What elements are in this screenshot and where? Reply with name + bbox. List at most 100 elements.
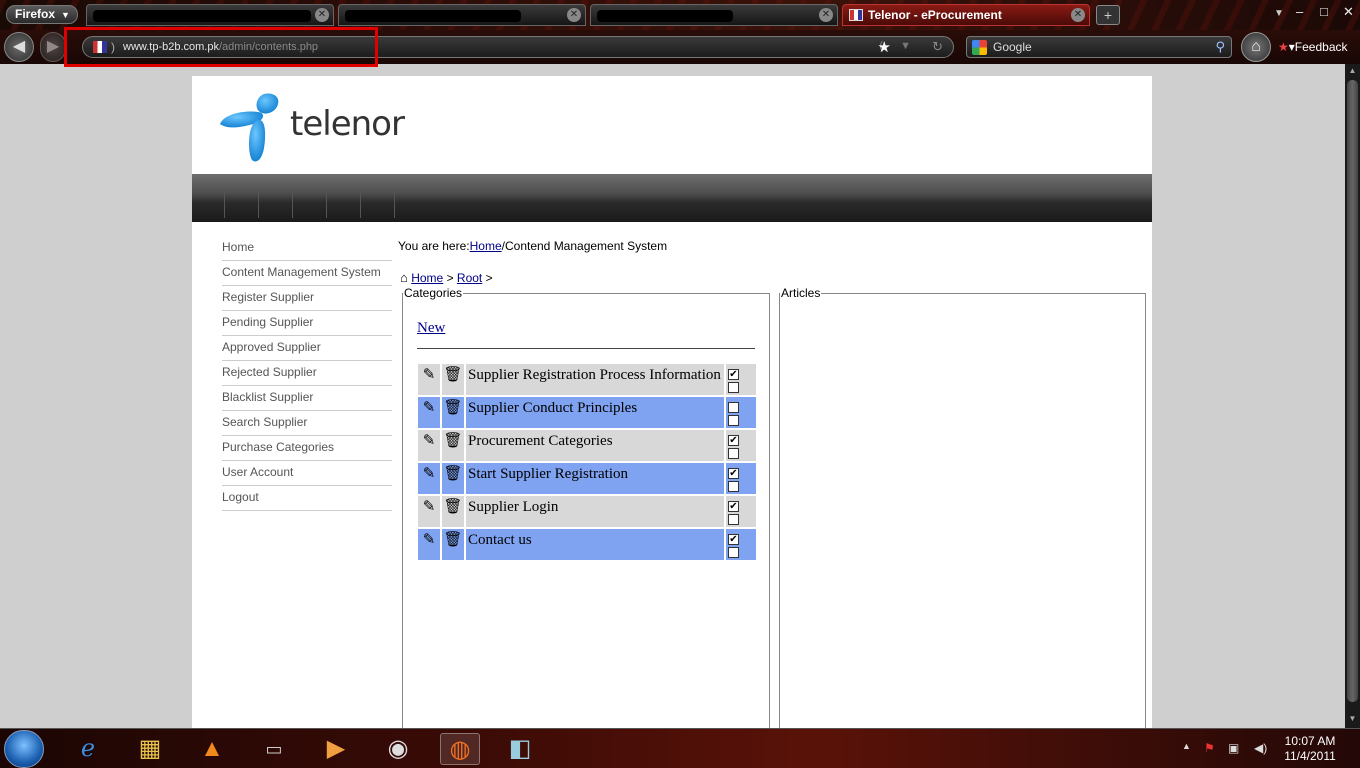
sidebar-item-search-supplier[interactable]: Search Supplier bbox=[222, 411, 392, 436]
firefox-menu-label: Firefox bbox=[15, 7, 56, 21]
sidebar-item-blacklist-supplier[interactable]: Blacklist Supplier bbox=[222, 386, 392, 411]
delete-icon[interactable]: 🗑 bbox=[442, 364, 464, 395]
delete-icon[interactable]: 🗑 bbox=[442, 430, 464, 461]
minimize-icon[interactable]: – bbox=[1296, 4, 1303, 19]
logo-wordmark: telenor bbox=[290, 104, 405, 144]
internet-explorer-icon[interactable]: ℯ bbox=[68, 733, 108, 765]
category-row: ✎ 🗑 Procurement Categories ✔ bbox=[418, 430, 756, 461]
secondary-checkbox[interactable] bbox=[728, 481, 739, 492]
redacted-tab-title bbox=[597, 10, 733, 22]
tab-list-chevron-icon[interactable]: ▼ bbox=[1274, 8, 1284, 19]
page-container: telenor Home Content Management System R… bbox=[192, 76, 1152, 728]
category-name[interactable]: Supplier Registration Process Informatio… bbox=[466, 364, 724, 395]
windows-taskbar: ℯ ▦ ▲ ▭ ▶ ◉ ◍ ◧ ▲ ⚑ ▣ ◀) 10:07 AM 11/4/2… bbox=[0, 728, 1360, 768]
close-icon[interactable]: ✕ bbox=[567, 8, 581, 22]
secondary-checkbox[interactable] bbox=[728, 448, 739, 459]
browser-tab-1[interactable]: ✕ bbox=[86, 4, 334, 26]
breadcrumb-home-link[interactable]: Home bbox=[470, 239, 502, 253]
delete-icon[interactable]: 🗑 bbox=[442, 529, 464, 560]
publish-checkbox[interactable]: ✔ bbox=[728, 534, 739, 545]
bookmark-star-icon[interactable]: ★ bbox=[878, 38, 891, 56]
reload-icon[interactable]: ↻ bbox=[932, 39, 943, 55]
media-player-icon[interactable]: ▶ bbox=[316, 733, 356, 765]
url-highlight-annotation bbox=[64, 27, 378, 67]
tray-expand-icon[interactable]: ▲ bbox=[1182, 741, 1191, 751]
menu-separator bbox=[360, 190, 361, 218]
sidebar-item-rejected-supplier[interactable]: Rejected Supplier bbox=[222, 361, 392, 386]
publish-checkbox[interactable]: ✔ bbox=[728, 468, 739, 479]
maximize-icon[interactable]: □ bbox=[1320, 4, 1328, 19]
publish-checkbox[interactable]: ✔ bbox=[728, 369, 739, 380]
category-name[interactable]: Start Supplier Registration bbox=[466, 463, 724, 494]
url-dropdown-icon[interactable]: ▼ bbox=[900, 40, 911, 52]
tree-root-link[interactable]: Root bbox=[457, 271, 482, 285]
edit-icon[interactable]: ✎ bbox=[418, 397, 440, 428]
chevron-down-icon: ▼ bbox=[61, 10, 70, 20]
sidebar-item-register-supplier[interactable]: Register Supplier bbox=[222, 286, 392, 311]
close-icon[interactable]: ✕ bbox=[819, 8, 833, 22]
secondary-checkbox[interactable] bbox=[728, 514, 739, 525]
notepad-icon[interactable]: ◧ bbox=[500, 733, 540, 765]
sidebar-item-pending-supplier[interactable]: Pending Supplier bbox=[222, 311, 392, 336]
category-name[interactable]: Supplier Conduct Principles bbox=[466, 397, 724, 428]
sidebar-item-content-management[interactable]: Content Management System bbox=[222, 261, 392, 286]
secondary-checkbox[interactable] bbox=[728, 547, 739, 558]
volume-icon[interactable]: ◀) bbox=[1254, 741, 1267, 755]
close-icon[interactable]: ✕ bbox=[1071, 8, 1085, 22]
edit-icon[interactable]: ✎ bbox=[418, 529, 440, 560]
browser-tab-2[interactable]: ✕ bbox=[338, 4, 586, 26]
browser-tab-3[interactable]: ✕ bbox=[590, 4, 838, 26]
new-tab-button[interactable]: + bbox=[1096, 5, 1120, 25]
publish-checkbox[interactable]: ✔ bbox=[728, 501, 739, 512]
close-icon[interactable]: ✕ bbox=[315, 8, 329, 22]
firefox-menu-button[interactable]: Firefox ▼ bbox=[6, 5, 78, 24]
browser-tab-active[interactable]: Telenor - eProcurement ✕ bbox=[842, 4, 1090, 26]
delete-icon[interactable]: 🗑 bbox=[442, 397, 464, 428]
category-name[interactable]: Procurement Categories bbox=[466, 430, 724, 461]
page-scrollbar[interactable]: ▲ ▼ bbox=[1345, 64, 1360, 728]
delete-icon[interactable]: 🗑 bbox=[442, 463, 464, 494]
categories-panel: Categories New ✎ 🗑 Supplier Registration P… bbox=[402, 286, 770, 728]
edit-icon[interactable]: ✎ bbox=[418, 364, 440, 395]
home-button[interactable]: ⌂ bbox=[1241, 32, 1271, 62]
feedback-button[interactable]: ★▾Feedback bbox=[1278, 40, 1348, 54]
scrollbar-thumb[interactable] bbox=[1347, 80, 1358, 702]
start-button[interactable] bbox=[4, 730, 44, 768]
new-category-link[interactable]: New bbox=[417, 320, 445, 337]
search-icon[interactable]: ⚲ bbox=[1215, 37, 1225, 57]
secondary-checkbox[interactable] bbox=[728, 382, 739, 393]
sidebar-item-user-account[interactable]: User Account bbox=[222, 461, 392, 486]
telenor-logo[interactable]: telenor bbox=[214, 90, 405, 166]
edit-icon[interactable]: ✎ bbox=[418, 463, 440, 494]
edit-icon[interactable]: ✎ bbox=[418, 430, 440, 461]
search-bar[interactable]: Google ⚲ bbox=[966, 36, 1232, 58]
sidebar-item-logout[interactable]: Logout bbox=[222, 486, 392, 511]
category-tree-path: ⌂ Home > Root > bbox=[400, 270, 493, 285]
scroll-down-icon[interactable]: ▼ bbox=[1347, 714, 1358, 726]
sidebar-item-approved-supplier[interactable]: Approved Supplier bbox=[222, 336, 392, 361]
delete-icon[interactable]: 🗑 bbox=[442, 496, 464, 527]
publish-checkbox[interactable]: ✔ bbox=[728, 435, 739, 446]
vlc-cone-icon[interactable]: ▲ bbox=[192, 733, 232, 765]
secondary-checkbox[interactable] bbox=[728, 415, 739, 426]
forward-button[interactable]: ▶ bbox=[40, 32, 66, 62]
action-center-icon[interactable]: ⚑ bbox=[1204, 741, 1215, 755]
category-name[interactable]: Supplier Login bbox=[466, 496, 724, 527]
publish-checkbox[interactable] bbox=[728, 402, 739, 413]
edit-icon[interactable]: ✎ bbox=[418, 496, 440, 527]
back-button[interactable]: ◀ bbox=[4, 32, 34, 62]
tree-home-link[interactable]: Home bbox=[411, 271, 443, 285]
category-name[interactable]: Contact us bbox=[466, 529, 724, 560]
telenor-favicon-icon bbox=[849, 9, 863, 21]
close-window-icon[interactable]: ✕ bbox=[1343, 4, 1354, 20]
folder-icon[interactable]: ▦ bbox=[130, 733, 170, 765]
scroll-up-icon[interactable]: ▲ bbox=[1347, 66, 1358, 78]
network-icon[interactable]: ▣ bbox=[1228, 741, 1239, 755]
firefox-taskbar-icon[interactable]: ◍ bbox=[440, 733, 480, 765]
command-prompt-icon[interactable]: ▭ bbox=[254, 733, 294, 765]
system-clock[interactable]: 10:07 AM 11/4/2011 bbox=[1280, 734, 1340, 764]
disc-icon[interactable]: ◉ bbox=[378, 733, 418, 765]
sidebar-item-purchase-categories[interactable]: Purchase Categories bbox=[222, 436, 392, 461]
breadcrumb: You are here:Home/Contend Management Sys… bbox=[398, 239, 667, 253]
sidebar-item-home[interactable]: Home bbox=[222, 236, 392, 261]
